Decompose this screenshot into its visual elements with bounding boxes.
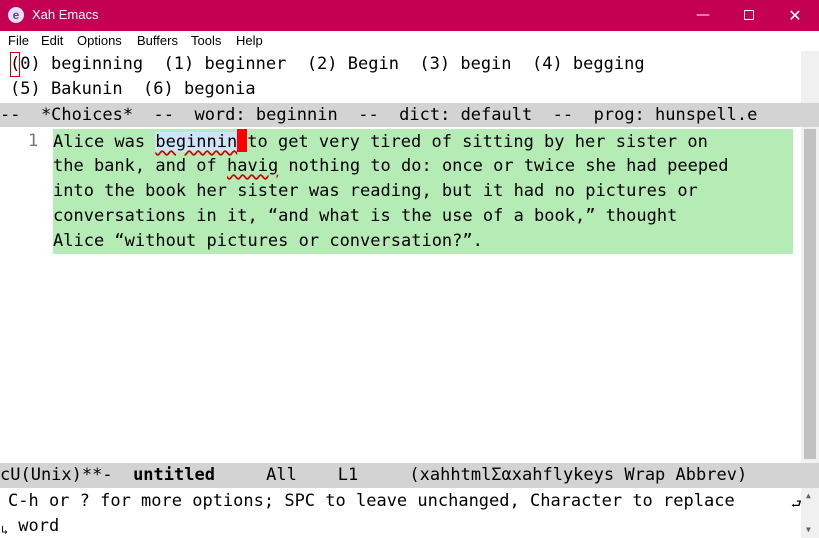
menu-file[interactable]: File [8,34,29,48]
text-line: Alice “without pictures or conversation?… [53,231,483,251]
menu-tools[interactable]: Tools [191,34,221,48]
echo-line-2: word [8,516,60,536]
point-cursor [237,129,248,152]
title-bar: e Xah Emacs — ✕ [0,0,819,31]
text-segment: nothing to do: once or twice she had pee… [278,156,729,176]
text-line: conversations in it, “and what is the us… [53,206,678,226]
choices-mode-line: -- *Choices* -- word: beginnin -- dict: … [0,103,819,127]
main-scrollbar[interactable] [801,127,819,463]
maximize-icon [744,10,754,20]
menu-options[interactable]: Options [77,34,122,48]
line-number: 1 [28,131,39,151]
choices-line-1: (0) beginning (1) beginner (2) Begin (3)… [10,52,645,77]
menu-bar: File Edit Options Buffers Tools Help [0,31,819,51]
emacs-icon: e [8,7,24,23]
menu-help[interactable]: Help [236,34,263,48]
close-button[interactable]: ✕ [772,0,818,31]
mode-line-modes: (xahhtmlΣαxahflykeys Wrap Abbrev) [409,465,748,485]
choices-window[interactable]: (0) beginning (1) beginner (2) Begin (3)… [0,51,801,103]
choices-list-1: 0) beginning (1) beginner (2) Begin (3) … [20,54,645,74]
text-segment: Alice was [53,132,156,152]
main-mode-line: cU(Unix)**- untitled All L1 (xahhtmlΣαxa… [0,463,819,488]
buffer-text: Alice was beginnin to get very tired of s… [53,129,729,254]
scrollbar-thumb[interactable] [804,129,816,459]
choices-cursor: ( [10,52,21,77]
text-segment: the bank, and of [53,156,227,176]
choices-line-2: (5) Bakunin (6) begonia [10,79,256,99]
text-line: Alice was beginnin to get very tired of s… [53,129,729,154]
scroll-down-icon[interactable]: ▼ [806,525,811,534]
scroll-up-icon[interactable]: ▲ [806,491,811,500]
echo-line-1: C-h or ? for more options; SPC to leave … [8,491,735,511]
main-buffer[interactable]: 1 Alice was beginnin to get very tired of… [0,127,801,463]
text-line: the bank, and of havig nothing to do: on… [53,154,729,179]
minimize-button[interactable]: — [680,0,726,31]
menu-edit[interactable]: Edit [41,34,63,48]
minibuffer[interactable]: C-h or ? for more options; SPC to leave … [0,488,802,538]
misspelled-word-2: havig [227,156,279,176]
text-segment: to get very tired of sitting by her sist… [247,132,708,152]
menu-buffers[interactable]: Buffers [137,34,178,48]
text-line: into the book her sister was reading, bu… [53,181,698,201]
window-title: Xah Emacs [32,7,99,22]
minibuffer-scrollbar[interactable]: ▲ ▼ [801,488,819,538]
mode-line-buffer-name: untitled [133,465,215,485]
misspelled-word: beginnin [155,132,238,152]
mode-line-position: All L1 [214,465,410,485]
maximize-button[interactable] [726,0,772,31]
mode-line-status: cU(Unix)**- [0,465,134,485]
choices-scrollbar[interactable] [801,51,819,103]
